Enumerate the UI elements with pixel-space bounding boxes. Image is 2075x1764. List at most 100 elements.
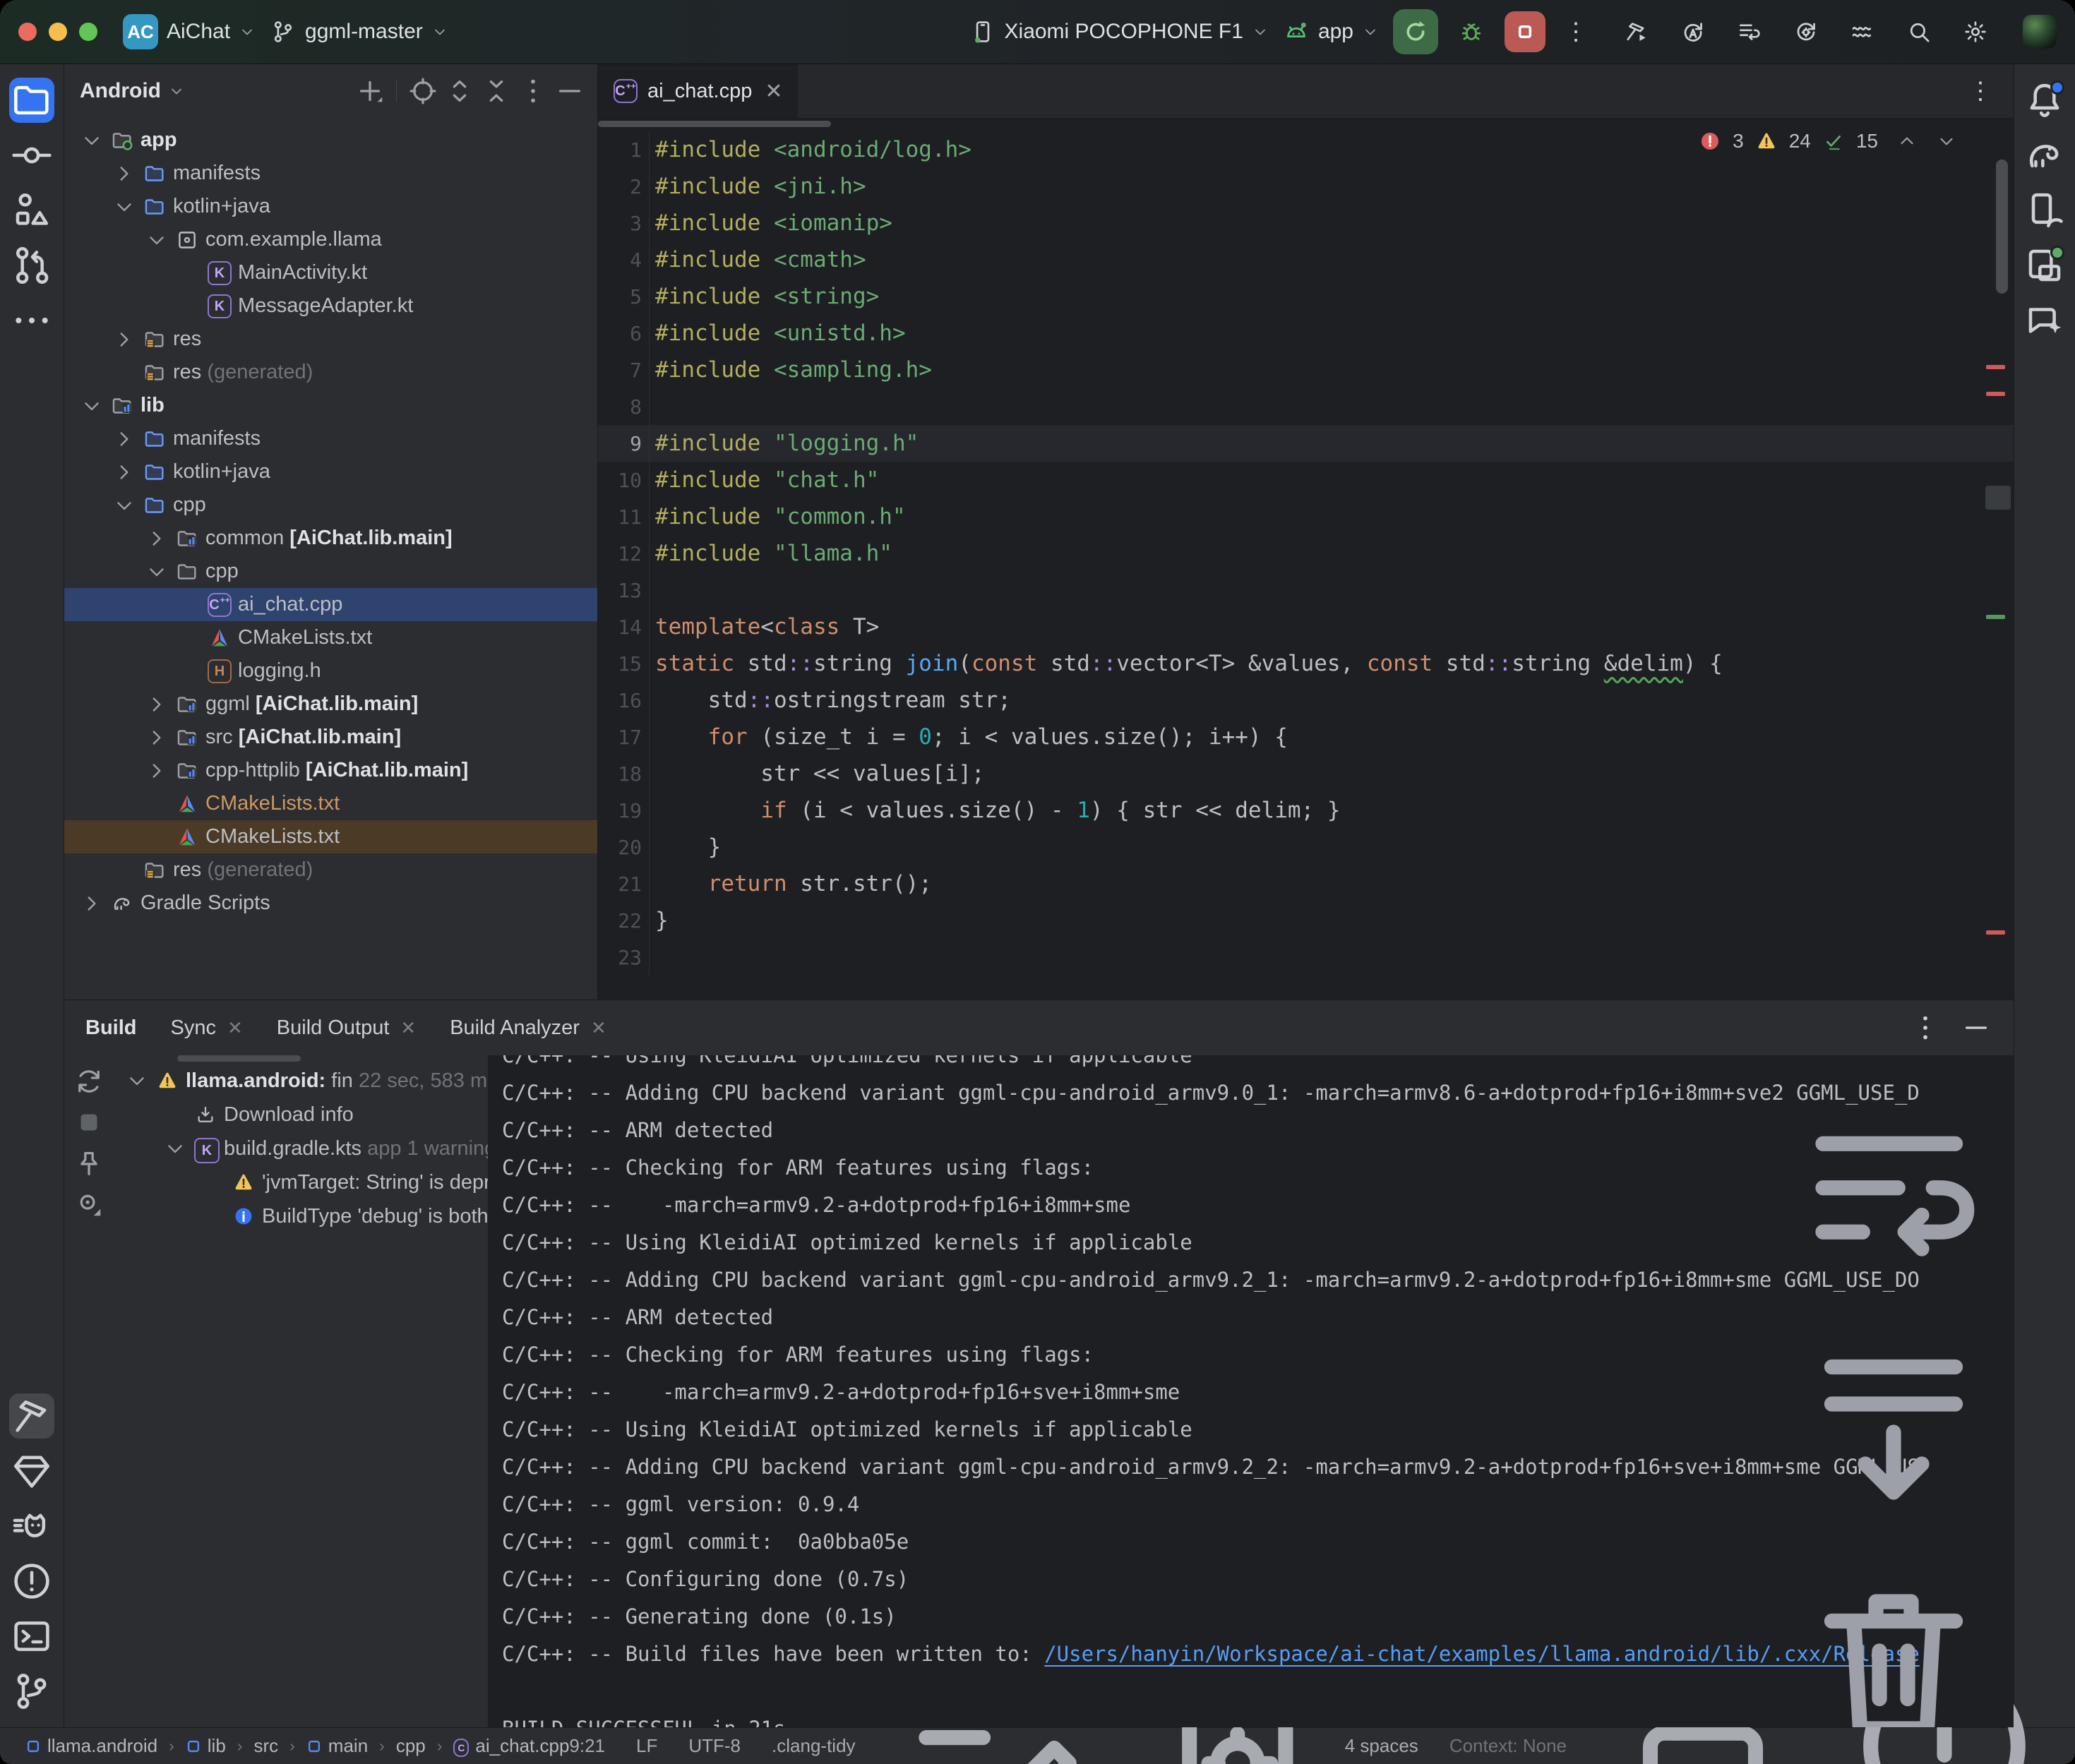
status-9-21[interactable]: 9:21 [569, 1735, 605, 1757]
vcs-stripe-mark[interactable] [1986, 615, 2005, 619]
search-icon[interactable] [1906, 18, 1932, 45]
code-line-14[interactable]: 14template<class T> [598, 608, 2014, 645]
tree-item-kotlin-java[interactable]: kotlin+java [64, 190, 597, 223]
code-line-23[interactable]: 23 [598, 939, 2014, 976]
avatar[interactable] [2023, 15, 2057, 49]
tree-item-kotlin-java[interactable]: kotlin+java [64, 455, 597, 488]
code-line-2[interactable]: 2#include <jni.h> [598, 168, 2014, 205]
code-line-5[interactable]: 5#include <string> [598, 278, 2014, 315]
chevron-right-icon[interactable] [145, 759, 169, 783]
close-icon[interactable]: ✕ [400, 1017, 416, 1039]
tree-item-lib[interactable]: lib [64, 389, 597, 422]
filter-eye-icon[interactable] [73, 1188, 105, 1220]
tool-strip-item-device-android[interactable] [2022, 188, 2067, 233]
chevron-right-icon[interactable] [112, 460, 136, 484]
rerun-button[interactable] [1393, 9, 1438, 54]
build-tree-item[interactable]: K build.gradle.kts app 1 warning [114, 1132, 488, 1165]
code-line-12[interactable]: 12#include "llama.h" [598, 535, 2014, 572]
stop-filled-icon[interactable] [73, 1106, 105, 1139]
chevron-right-icon[interactable] [145, 692, 169, 716]
vcs-branch-widget[interactable]: ggml-master [270, 18, 448, 45]
scroll-end-icon[interactable] [1788, 1323, 1999, 1540]
code-line-13[interactable]: 13 [598, 572, 2014, 608]
tool-strip-item-running-devices[interactable] [2022, 243, 2067, 288]
status-lf[interactable]: LF [636, 1735, 657, 1757]
apply-changes-icon[interactable] [1680, 18, 1706, 45]
next-issue-button[interactable] [1936, 131, 1957, 152]
stop-button[interactable] [1505, 11, 1545, 52]
code-area[interactable]: 1#include <android/log.h> 2#include <jni… [598, 119, 2014, 1000]
trash-icon[interactable] [1788, 1559, 1999, 1727]
code-line-6[interactable]: 6#include <unistd.h> [598, 315, 2014, 352]
status-clang-tidy[interactable]: .clang-tidy [772, 1735, 856, 1757]
code-line-19[interactable]: 19 if (i < values.size() - 1) { str << d… [598, 792, 2014, 829]
pin-icon[interactable] [73, 1147, 105, 1180]
build-console[interactable]: C/C++: -- Using KleidiAI optimized kerne… [488, 1055, 2014, 1727]
chevron-right-icon[interactable] [80, 892, 104, 916]
breadcrumb-ai-chat-cpp[interactable]: C ai_chat.cpp [453, 1735, 569, 1757]
chevron-down-icon[interactable] [145, 228, 169, 252]
code-line-7[interactable]: 7#include <sampling.h> [598, 352, 2014, 388]
tree-item-gradle-scripts[interactable]: Gradle Scripts [64, 887, 597, 920]
code-line-17[interactable]: 17 for (size_t i = 0; i < values.size();… [598, 719, 2014, 755]
tree-item-mainactivity-kt[interactable]: K MainActivity.kt [64, 256, 597, 289]
settings-icon[interactable] [1962, 18, 1989, 45]
minimize-button[interactable] [49, 23, 67, 41]
soft-wrap-icon[interactable] [1788, 1086, 1999, 1303]
attach-debugger-icon[interactable] [1793, 18, 1819, 45]
tree-item-manifests[interactable]: manifests [64, 157, 597, 190]
tree-item-messageadapter-kt[interactable]: K MessageAdapter.kt [64, 289, 597, 323]
zoom-button[interactable] [79, 23, 97, 41]
horizontal-scrollbar[interactable] [177, 1055, 301, 1062]
chevron-down-icon[interactable] [80, 128, 104, 152]
chevron-right-icon[interactable] [145, 527, 169, 551]
tree-item-res[interactable]: res [64, 323, 597, 356]
tree-item-res[interactable]: res (generated) [64, 356, 597, 389]
chevron-right-icon[interactable] [112, 427, 136, 451]
chevron-right-icon[interactable] [112, 162, 136, 186]
breadcrumb-src[interactable]: src [253, 1735, 278, 1757]
profiler-icon[interactable] [1849, 18, 1876, 45]
breadcrumb-llama-android[interactable]: llama.android [25, 1735, 157, 1757]
code-line-8[interactable]: 8 [598, 388, 2014, 425]
tree-item-cmakelists-txt[interactable]: CMakeLists.txt [64, 621, 597, 654]
chevron-right-icon[interactable] [145, 726, 169, 750]
breadcrumb-lib[interactable]: lib [186, 1735, 226, 1757]
locate-icon[interactable] [407, 75, 439, 107]
code-line-18[interactable]: 18 str << values[i]; [598, 755, 2014, 792]
code-line-3[interactable]: 3#include <iomanip> [598, 205, 2014, 241]
tree-item-ggml[interactable]: ggml [AiChat.lib.main] [64, 688, 597, 721]
status-context-none[interactable]: Context: None [1449, 1735, 1567, 1757]
chevron-down-icon[interactable] [163, 1136, 187, 1160]
refresh-icon[interactable] [73, 1065, 105, 1098]
tree-item-res[interactable]: res (generated) [64, 853, 597, 887]
code-line-9[interactable]: 9#include "logging.h" [598, 425, 2014, 462]
project-view-title[interactable]: Android [80, 79, 161, 103]
error-stripe-mark[interactable] [1986, 392, 2005, 396]
tree-item-com-example-llama[interactable]: com.example.llama [64, 223, 597, 256]
breadcrumb-cpp[interactable]: cpp [396, 1735, 426, 1757]
tool-strip-item-pull-request[interactable] [9, 243, 54, 288]
tree-item-cpp[interactable]: cpp [64, 488, 597, 522]
horizontal-scrollbar[interactable] [598, 121, 831, 127]
tool-strip-item-bell[interactable] [2022, 78, 2067, 123]
status-utf-8[interactable]: UTF-8 [688, 1735, 741, 1757]
build-tab-build-output[interactable]: Build Output✕ [277, 1016, 416, 1040]
build-panel-title[interactable]: Build [85, 1016, 137, 1040]
build-tab-build-analyzer[interactable]: Build Analyzer✕ [450, 1016, 606, 1040]
close-icon[interactable]: ✕ [227, 1017, 243, 1039]
more-actions-button[interactable]: ⋮ [1560, 20, 1592, 44]
close-button[interactable] [18, 23, 37, 41]
tool-strip-item-hammer[interactable] [9, 1393, 54, 1439]
tool-strip-item-diamond[interactable] [9, 1448, 54, 1494]
tree-item-ai-chat-cpp[interactable]: C++ ai_chat.cpp [64, 588, 597, 621]
build-tree-item[interactable]: llama.android: fin 22 sec, 583 ms [114, 1064, 488, 1098]
tool-strip-item-project-folder[interactable] [9, 78, 54, 123]
tree-item-manifests[interactable]: manifests [64, 422, 597, 455]
error-stripe-mark[interactable] [1986, 930, 2005, 935]
code-line-16[interactable]: 16 std::ostringstream str; [598, 682, 2014, 719]
close-icon[interactable]: ✕ [591, 1017, 606, 1039]
build-tree-item[interactable]: Download info [114, 1098, 488, 1132]
error-stripe-mark[interactable] [1986, 365, 2005, 369]
tool-strip-item-terminal[interactable] [9, 1614, 54, 1659]
